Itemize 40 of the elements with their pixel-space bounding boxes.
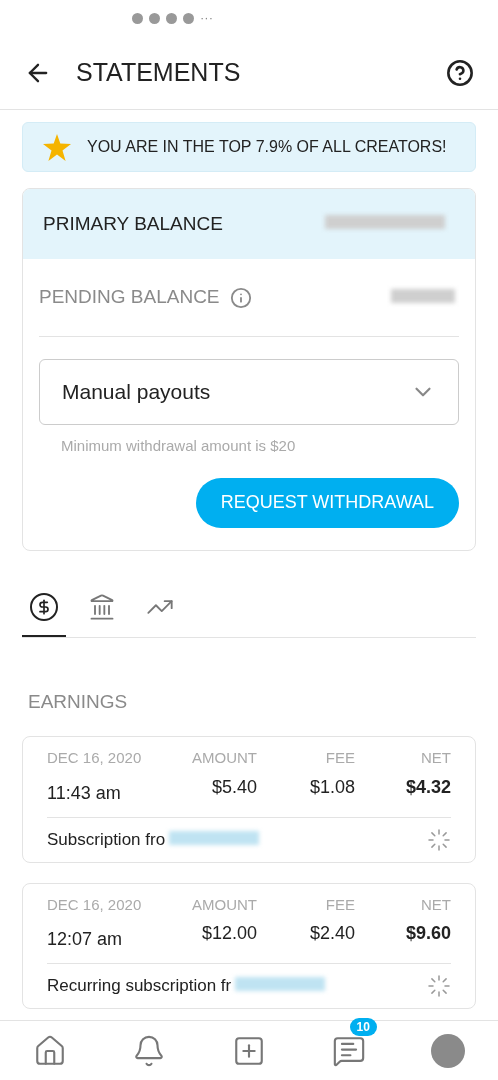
payout-select[interactable]: Manual payouts bbox=[39, 359, 459, 425]
net-value: $4.32 bbox=[405, 775, 451, 799]
fee-label: FEE bbox=[325, 894, 355, 915]
blurred-value bbox=[391, 288, 455, 303]
transaction-time: 12:07 am bbox=[47, 928, 124, 951]
bank-icon bbox=[88, 592, 116, 621]
pending-icon bbox=[427, 827, 451, 852]
status-icon bbox=[166, 12, 177, 24]
section-title: EARNINGS bbox=[28, 689, 129, 714]
unread-badge: 10 bbox=[349, 1017, 377, 1036]
withdrawal-hint: Minimum withdrawal amount is $20 bbox=[61, 436, 297, 456]
amount-label: AMOUNT bbox=[192, 894, 257, 915]
fee-label: FEE bbox=[325, 748, 355, 768]
dollar-icon bbox=[30, 592, 58, 621]
net-label: NET bbox=[421, 894, 451, 915]
fee-value: $1.08 bbox=[309, 775, 355, 799]
transaction-date: DEC 16, 2020 bbox=[47, 894, 143, 915]
primary-balance-label: PRIMARY BALANCE bbox=[43, 211, 223, 236]
net-value: $9.60 bbox=[405, 922, 451, 945]
pending-icon bbox=[427, 974, 451, 998]
net-label: NET bbox=[421, 748, 451, 768]
amount-value: $12.00 bbox=[201, 922, 257, 945]
transaction-description: Recurring subscription fr bbox=[47, 975, 232, 998]
help-icon[interactable] bbox=[446, 58, 474, 87]
rank-text: YOU ARE IN THE TOP 7.9% OF ALL CREATORS! bbox=[87, 137, 447, 157]
pending-balance-label: PENDING BALANCE bbox=[39, 285, 220, 310]
transaction-description: Subscription fro bbox=[47, 828, 166, 851]
transaction-date: DEC 16, 2020 bbox=[47, 748, 143, 768]
fee-value: $2.40 bbox=[309, 922, 355, 945]
status-icon bbox=[132, 12, 143, 24]
star-icon bbox=[43, 133, 71, 161]
amount-label: AMOUNT bbox=[192, 748, 257, 768]
page-title: STATEMENTS bbox=[76, 56, 241, 88]
more-notifications: ··· bbox=[200, 9, 213, 28]
transaction-time: 11:43 am bbox=[47, 781, 122, 805]
amount-value: $5.40 bbox=[211, 775, 257, 799]
info-icon[interactable] bbox=[229, 286, 252, 309]
status-icon bbox=[183, 12, 194, 24]
status-icon bbox=[149, 12, 160, 24]
avatar[interactable] bbox=[431, 1033, 466, 1068]
